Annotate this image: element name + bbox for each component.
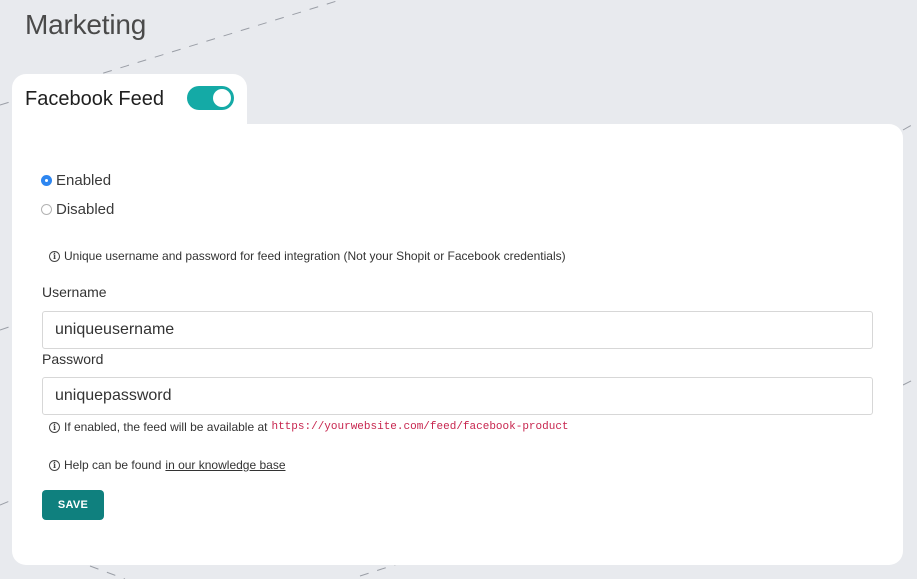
radio-option-disabled[interactable]: Disabled [41,201,114,218]
help-note: i Help can be found in our knowledge bas… [49,458,286,472]
feed-settings-panel: Enabled Disabled i Unique username and p… [12,124,903,565]
credentials-note-text: Unique username and password for feed in… [64,249,566,263]
radio-selected-icon[interactable] [41,175,52,186]
feed-toggle[interactable] [187,86,234,110]
password-input[interactable] [42,377,873,415]
password-label: Password [42,351,104,367]
username-input[interactable] [42,311,873,349]
save-button[interactable]: SAVE [42,490,104,520]
info-circle-icon: i [49,250,60,262]
knowledge-base-link[interactable]: in our knowledge base [165,458,285,472]
info-circle-icon: i [49,421,60,433]
toggle-knob [213,89,231,107]
radio-unselected-icon[interactable] [41,204,52,215]
feed-url-note: i If enabled, the feed will be available… [49,420,569,434]
username-label: Username [42,284,107,300]
page-title: Marketing [25,9,147,40]
feed-url-note-text: If enabled, the feed will be available a… [64,420,268,434]
info-circle-icon: i [49,459,60,471]
help-note-text: Help can be found [64,458,162,472]
radio-label-disabled: Disabled [56,201,115,218]
radio-option-enabled[interactable]: Enabled [41,172,111,189]
radio-label-enabled: Enabled [56,172,112,189]
feed-title: Facebook Feed [25,88,164,110]
feed-url: https://yourwebsite.com/feed/facebook-pr… [271,421,569,433]
credentials-note: i Unique username and password for feed … [49,249,566,263]
